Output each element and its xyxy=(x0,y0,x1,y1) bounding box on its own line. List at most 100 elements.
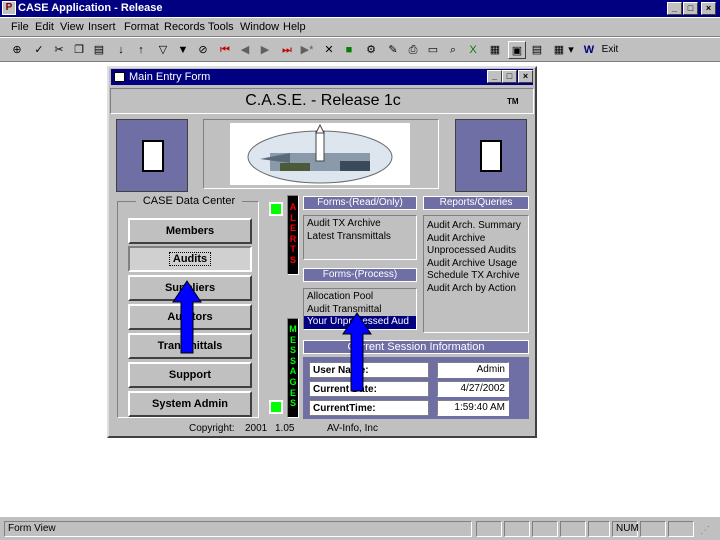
arrow-up-icon xyxy=(172,280,202,354)
copyright-label: Copyright: xyxy=(189,423,235,434)
form-minimize-icon[interactable]: _ xyxy=(487,70,502,83)
menu-records[interactable]: Records xyxy=(164,21,205,33)
form-maximize-icon[interactable]: □ xyxy=(502,70,517,83)
copy-icon[interactable]: ❐ xyxy=(70,41,88,59)
status-pane xyxy=(588,521,610,537)
app-title-bar: CASE Application - Release xyxy=(0,0,720,17)
left-indicator-box xyxy=(142,140,164,172)
design-view-icon[interactable]: ▤ xyxy=(528,41,546,59)
form-icon xyxy=(114,72,125,82)
right-indicator-block xyxy=(455,119,527,192)
support-button[interactable]: Support xyxy=(128,362,252,388)
agency-logo xyxy=(230,123,410,185)
print-icon[interactable]: ⎙ xyxy=(404,41,422,59)
status-text: Form View xyxy=(4,521,472,537)
sort-descending-icon[interactable]: ↑ xyxy=(132,41,150,59)
logo-panel xyxy=(203,119,439,189)
last-record-icon[interactable]: ⏭ xyxy=(278,41,296,59)
print-preview-icon[interactable]: ▭ xyxy=(424,41,442,59)
word-icon[interactable]: W xyxy=(580,41,598,59)
menu-format[interactable]: Format xyxy=(124,21,159,33)
resize-grip-icon[interactable]: ⋰ xyxy=(700,525,714,539)
menu-insert[interactable]: Insert xyxy=(88,21,116,33)
current-date-field: 4/27/2002 xyxy=(437,381,509,397)
sort-ascending-icon[interactable]: ↓ xyxy=(112,41,130,59)
app-icon[interactable]: P xyxy=(2,1,16,15)
minimize-icon[interactable]: _ xyxy=(667,2,682,15)
properties-icon[interactable]: ⚙ xyxy=(362,41,380,59)
menu-tools[interactable]: Tools xyxy=(208,21,234,33)
alerts-vertical-text: ALERTS xyxy=(289,202,297,265)
audits-button[interactable]: Audits xyxy=(128,246,252,272)
excel-icon[interactable]: X xyxy=(464,41,482,59)
arrow-up-icon xyxy=(342,312,372,392)
menu-view[interactable]: View xyxy=(60,21,84,33)
menu-edit[interactable]: Edit xyxy=(35,21,54,33)
alerts-strip: ALERTS xyxy=(287,195,299,275)
next-record-icon[interactable]: ▶ xyxy=(256,41,274,59)
exit-button[interactable]: Exit xyxy=(598,41,622,59)
members-button[interactable]: Members xyxy=(128,218,252,244)
messages-indicator xyxy=(269,400,283,414)
filter-selection-icon[interactable]: ▽ xyxy=(154,41,172,59)
status-pane xyxy=(504,521,530,537)
maximize-icon[interactable]: □ xyxy=(683,2,698,15)
save-icon[interactable]: ■ xyxy=(340,41,358,59)
data-center-label: CASE Data Center xyxy=(136,195,242,207)
app-title: CASE Application - Release xyxy=(18,2,163,14)
filter-form-icon[interactable]: ▼ xyxy=(174,41,192,59)
form-close-icon[interactable]: × xyxy=(518,70,533,83)
find-icon[interactable]: ⊕ xyxy=(8,41,26,59)
delete-record-icon[interactable]: ✕ xyxy=(320,41,338,59)
form-title-bar: Main Entry Form xyxy=(111,69,533,85)
forms-read-list: Audit TX Archive Latest Transmittals xyxy=(303,215,417,260)
build-icon[interactable]: ✎ xyxy=(384,41,402,59)
new-record-icon[interactable]: ▶* xyxy=(298,41,316,59)
form-header-panel: C.A.S.E. - Release 1c TM xyxy=(110,88,534,114)
alerts-indicator xyxy=(269,202,283,216)
menu-window[interactable]: Window xyxy=(240,21,279,33)
field-list-icon[interactable]: ▦ xyxy=(486,41,504,59)
system-admin-button[interactable]: System Admin xyxy=(128,391,252,417)
forms-process-header: Forms-(Process) xyxy=(303,268,417,282)
list-item[interactable]: Schedule TX Archive xyxy=(427,270,525,283)
list-item[interactable]: Allocation Pool xyxy=(304,291,416,304)
agency-logo-image xyxy=(247,123,393,184)
messages-vertical-text: MESSAGES xyxy=(289,324,297,409)
remove-filter-icon[interactable]: ⊘ xyxy=(194,41,212,59)
list-item[interactable]: Audit Arch. Summary xyxy=(427,220,525,233)
session-panel: User Name: Admin Current Date: 4/27/2002… xyxy=(303,357,529,419)
left-indicator-block xyxy=(116,119,188,192)
reports-list: Audit Arch. Summary Audit Archive Unproc… xyxy=(423,215,529,333)
status-pane xyxy=(668,521,694,537)
audits-button-label: Audits xyxy=(168,252,212,266)
previous-record-icon[interactable]: ◀ xyxy=(236,41,254,59)
list-item[interactable]: Audit Arch by Action xyxy=(427,283,525,296)
paste-icon[interactable]: ▤ xyxy=(90,41,108,59)
current-time-field: 1:59:40 AM xyxy=(437,400,509,416)
chevron-down-icon[interactable]: ▾ xyxy=(566,41,576,59)
menu-help[interactable]: Help xyxy=(283,21,306,33)
status-pane xyxy=(476,521,502,537)
reports-header: Reports/Queries xyxy=(423,196,529,210)
list-item[interactable]: Audit TX Archive xyxy=(307,218,413,231)
session-header: Current Session Information xyxy=(303,340,529,354)
main-entry-form: Main Entry Form _ □ × C.A.S.E. - Release… xyxy=(107,66,537,438)
close-icon[interactable]: × xyxy=(701,2,716,15)
list-item[interactable]: Audit Archive Usage xyxy=(427,258,525,271)
form-title: Main Entry Form xyxy=(129,71,211,83)
form-view-icon[interactable]: ▣ xyxy=(508,41,526,59)
cut-icon[interactable]: ✂ xyxy=(50,41,68,59)
status-pane xyxy=(560,521,586,537)
list-item[interactable]: Audit Archive xyxy=(427,233,525,246)
list-item[interactable]: Latest Transmittals xyxy=(307,231,413,244)
status-bar: Form View NUM ⋰ xyxy=(0,516,720,540)
company-label: AV-Info, Inc xyxy=(327,423,378,434)
status-pane xyxy=(640,521,666,537)
list-item[interactable]: Unprocessed Audits xyxy=(427,245,525,258)
menu-file[interactable]: File xyxy=(11,21,29,33)
zoom-icon[interactable]: ⌕ xyxy=(444,41,462,59)
first-record-icon[interactable]: ⏮ xyxy=(216,41,234,59)
spell-check-icon[interactable]: ✓ xyxy=(30,41,48,59)
num-lock-indicator: NUM xyxy=(612,521,639,537)
